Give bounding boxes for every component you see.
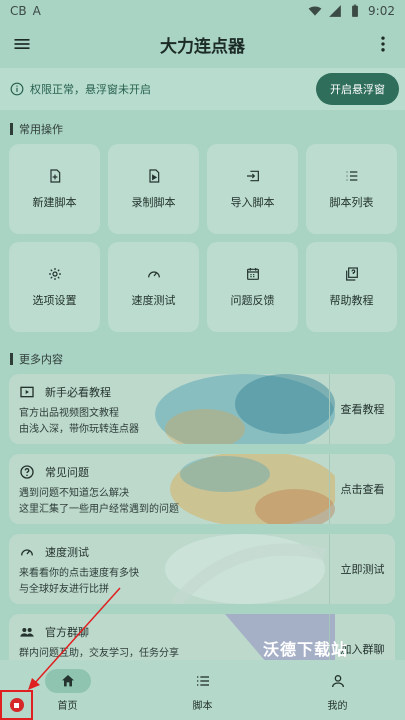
- tile-new-script[interactable]: 新建脚本: [9, 144, 100, 234]
- signal-icon: [329, 5, 341, 17]
- menu-button[interactable]: [10, 32, 34, 56]
- section-marker: [10, 353, 13, 365]
- nav-icon-wrap: [315, 669, 361, 693]
- nav-profile[interactable]: 我的: [293, 669, 383, 712]
- video-icon: [20, 386, 34, 398]
- card-header: 常见问题: [19, 464, 89, 480]
- tile-label: 录制脚本: [131, 196, 176, 209]
- card-title: 常见问题: [45, 466, 89, 479]
- nav-icon-wrap: [180, 669, 226, 693]
- card-description: 来看看你的点击速度有多快 与全球好友进行比拼: [19, 566, 139, 598]
- card-tutorial[interactable]: 新手必看教程 官方出品视频图文教程 由浅入深，带你玩转连点器 查看教程: [9, 374, 395, 444]
- page-title: 大力连点器: [160, 36, 245, 57]
- permission-text: 权限正常，悬浮窗未开启: [30, 83, 151, 96]
- card-decoration: [155, 374, 335, 444]
- tile-help[interactable]: 帮助教程: [306, 242, 397, 332]
- annotation-highlight-box: [0, 690, 33, 720]
- section-common-label: 常用操作: [19, 123, 63, 136]
- tile-label: 导入脚本: [230, 196, 275, 209]
- card-desc-line: 这里汇集了一些用户经常遇到的问题: [19, 504, 179, 515]
- group-icon: [20, 628, 34, 637]
- card-title: 新手必看教程: [45, 386, 111, 399]
- nav-home[interactable]: 首页: [23, 668, 113, 712]
- card-desc-line: 官方出品视频图文教程: [19, 408, 119, 419]
- section-marker: [10, 123, 13, 135]
- tile-import-script[interactable]: 导入脚本: [207, 144, 298, 234]
- card-header: 速度测试: [19, 544, 89, 560]
- card-faq[interactable]: 常见问题 遇到问题不知道怎么解决 这里汇集了一些用户经常遇到的问题 点击查看: [9, 454, 395, 524]
- tile-label: 新建脚本: [32, 196, 77, 209]
- card-description: 遇到问题不知道怎么解决 这里汇集了一些用户经常遇到的问题: [19, 486, 179, 518]
- person-icon: [331, 674, 344, 687]
- nav-label: 我的: [327, 700, 348, 712]
- status-app-icon-2: A: [32, 4, 41, 18]
- stop-icon: [14, 702, 19, 708]
- permission-bar: 权限正常，悬浮窗未开启 开启悬浮窗: [0, 68, 405, 110]
- home-icon: [61, 674, 74, 686]
- speedometer-icon: [21, 549, 33, 556]
- info-icon: [10, 82, 24, 96]
- card-desc-line: 与全球好友进行比拼: [19, 584, 109, 595]
- tile-settings[interactable]: 选项设置: [9, 242, 100, 332]
- wifi-icon: [308, 6, 322, 16]
- list-icon: [196, 675, 209, 686]
- status-left: CB A: [10, 4, 41, 18]
- card-action-button[interactable]: 立即测试: [329, 534, 395, 604]
- section-more-title: 更多内容: [10, 351, 63, 367]
- card-desc-line: 由浅入深，带你玩转连点器: [19, 424, 139, 435]
- record-file-icon: [148, 169, 159, 183]
- status-right: 9:02: [308, 4, 395, 18]
- hamburger-icon: [14, 39, 30, 49]
- nav-icon-wrap: [44, 668, 91, 693]
- bottom-navigation: 首页 脚本 我的: [0, 660, 405, 720]
- import-icon: [246, 170, 259, 182]
- card-decoration: [165, 534, 327, 604]
- status-bar: CB A 9:02: [0, 0, 405, 22]
- tile-label: 脚本列表: [329, 196, 374, 209]
- card-description: 官方出品视频图文教程 由浅入深，带你玩转连点器: [19, 406, 139, 438]
- watermark-text: 沃德下载站: [263, 640, 349, 659]
- tile-feedback[interactable]: 问题反馈: [207, 242, 298, 332]
- battery-icon: [352, 4, 358, 17]
- status-time: 9:02: [368, 4, 395, 18]
- new-file-icon: [49, 169, 60, 183]
- floating-stop-button[interactable]: [9, 698, 24, 712]
- nav-label: 脚本: [192, 700, 213, 712]
- list-icon: [346, 171, 357, 181]
- tile-label: 问题反馈: [230, 294, 275, 307]
- more-vertical-icon: [381, 36, 385, 52]
- card-title: 官方群聊: [45, 626, 89, 639]
- card-action-button[interactable]: 点击查看: [329, 454, 395, 524]
- tile-label: 速度测试: [131, 294, 176, 307]
- card-header: 官方群聊: [19, 624, 89, 640]
- section-common-title: 常用操作: [10, 121, 63, 137]
- more-options-button[interactable]: [371, 32, 395, 56]
- nav-label: 首页: [57, 700, 78, 712]
- status-app-icon-1: CB: [10, 4, 27, 18]
- section-more-label: 更多内容: [19, 353, 63, 366]
- tile-script-list[interactable]: 脚本列表: [306, 144, 397, 234]
- speedometer-icon: [147, 271, 160, 278]
- app-bar: 大力连点器: [0, 22, 405, 66]
- card-action-button[interactable]: 查看教程: [329, 374, 395, 444]
- calendar-icon: [246, 268, 259, 280]
- tile-label: 选项设置: [32, 294, 77, 307]
- card-header: 新手必看教程: [19, 384, 111, 400]
- tile-speed-test[interactable]: 速度测试: [108, 242, 199, 332]
- card-title: 速度测试: [45, 546, 89, 559]
- help-book-icon: [345, 267, 358, 281]
- card-speed-test[interactable]: 速度测试 来看看你的点击速度有多快 与全球好友进行比拼 立即测试: [9, 534, 395, 604]
- gear-icon: [48, 268, 61, 280]
- nav-scripts[interactable]: 脚本: [158, 669, 248, 712]
- card-desc-line: 来看看你的点击速度有多快: [19, 568, 139, 579]
- card-desc-line: 遇到问题不知道怎么解决: [19, 488, 129, 499]
- tile-label: 帮助教程: [329, 294, 374, 307]
- question-icon: [20, 465, 34, 479]
- permission-message: 权限正常，悬浮窗未开启: [10, 81, 151, 97]
- tile-record-script[interactable]: 录制脚本: [108, 144, 199, 234]
- enable-float-window-button[interactable]: 开启悬浮窗: [316, 73, 399, 105]
